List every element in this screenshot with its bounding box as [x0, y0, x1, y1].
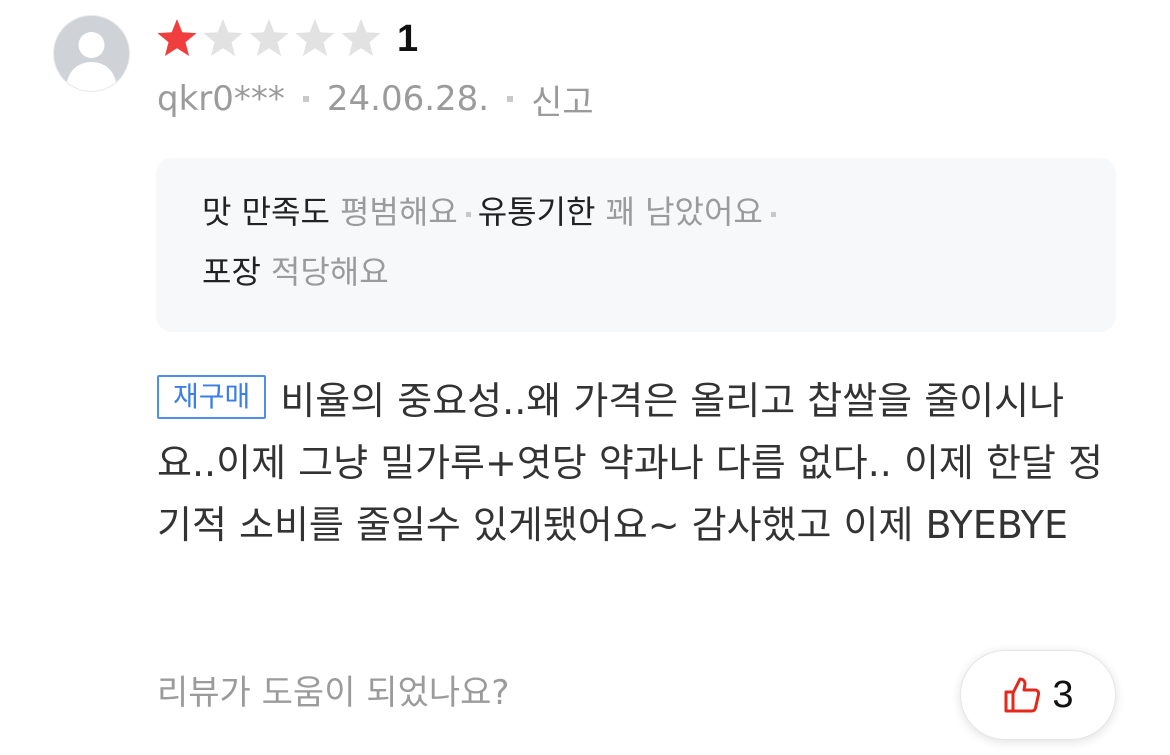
attribute-separator [465, 211, 471, 217]
review-meta: qkr0*** 24.06.28. 신고 [157, 75, 594, 123]
avatar [54, 16, 129, 91]
review-date: 24.06.28. [326, 79, 490, 119]
repurchase-badge: 재구매 [157, 375, 267, 419]
star-empty-icon [341, 19, 381, 56]
person-silhouette-icon [66, 32, 117, 91]
attribute-value: 적당해요 [270, 253, 389, 291]
rating-value: 1 [397, 17, 419, 60]
reviewer-name: qkr0*** [157, 79, 285, 119]
attribute-key: 유통기한 [477, 193, 596, 231]
attribute-value: 꽤 남았어요 [605, 193, 763, 231]
star-filled-icon [157, 19, 197, 56]
rating-row: 1 [155, 15, 418, 63]
attribute-separator [770, 211, 776, 217]
review-body: 재구매 비율의 중요성..왜 가격은 올리고 찹쌀을 줄이시나요..이제 그냥 밀… [157, 370, 1122, 556]
attribute-line: 맛 만족도 평범해요 유통기한 꽤 남았어요 [202, 182, 1076, 242]
helpful-prompt: 리뷰가 도움이 되었나요? [157, 673, 510, 713]
review-text: 비율의 중요성..왜 가격은 올리고 찹쌀을 줄이시나요..이제 그냥 밀가루+… [157, 379, 1103, 547]
thumbs-up-icon [1004, 677, 1041, 713]
meta-separator [302, 96, 309, 102]
star-empty-icon [203, 19, 243, 56]
meta-separator [507, 96, 514, 102]
attribute-key: 맛 만족도 [202, 193, 330, 231]
star-empty-icon [295, 19, 335, 56]
attribute-key: 포장 [202, 253, 261, 291]
review-attributes: 맛 만족도 평범해요 유통기한 꽤 남았어요 포장 적당해요 [156, 158, 1116, 332]
like-button[interactable]: 3 [960, 650, 1116, 740]
report-link[interactable]: 신고 [531, 75, 594, 124]
star-rating [155, 17, 383, 61]
attribute-value: 평범해요 [339, 193, 458, 231]
star-empty-icon [249, 19, 289, 56]
like-count: 3 [1052, 673, 1074, 716]
attribute-line: 포장 적당해요 [202, 242, 1076, 302]
